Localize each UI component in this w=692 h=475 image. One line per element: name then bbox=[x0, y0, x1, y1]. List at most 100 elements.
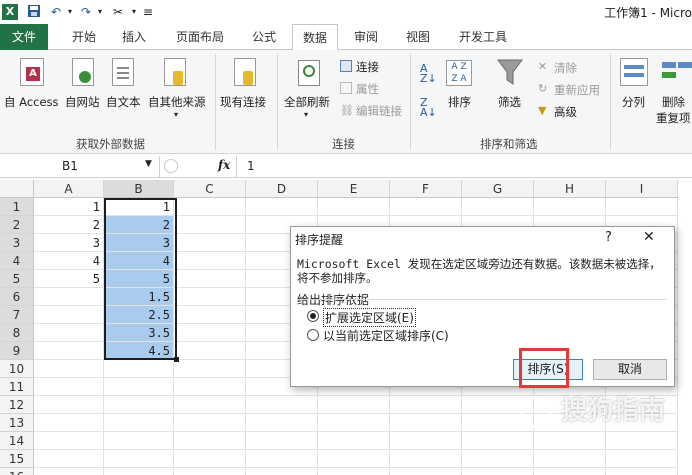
cell-a16[interactable] bbox=[34, 468, 104, 475]
cell-a12[interactable] bbox=[34, 396, 104, 414]
insert-function-icon[interactable]: fx bbox=[218, 158, 230, 172]
redo-dropdown-icon[interactable]: ▾ bbox=[92, 4, 108, 20]
row-header-10[interactable]: 10 bbox=[0, 360, 34, 378]
cell-a1[interactable]: 1 bbox=[34, 198, 104, 216]
cell-a9[interactable] bbox=[34, 342, 104, 360]
cell-c13[interactable] bbox=[174, 414, 246, 432]
radio-expand[interactable] bbox=[307, 310, 319, 322]
column-header-b[interactable]: B bbox=[104, 180, 174, 198]
tab-insert[interactable]: 插入 bbox=[112, 24, 156, 50]
cell-a6[interactable] bbox=[34, 288, 104, 306]
from-access-button[interactable]: 自 Access bbox=[4, 94, 59, 110]
sort-desc-icon[interactable]: Z A↓ bbox=[420, 97, 437, 118]
cell-c11[interactable] bbox=[174, 378, 246, 396]
cell-i16[interactable] bbox=[606, 468, 678, 475]
sort-button[interactable]: 排序 bbox=[448, 94, 471, 110]
close-icon[interactable]: ✕ bbox=[643, 229, 655, 245]
cell-a15[interactable] bbox=[34, 450, 104, 468]
from-web-button[interactable]: 自网站 bbox=[65, 94, 100, 110]
cell-c7[interactable] bbox=[174, 306, 246, 324]
row-header-7[interactable]: 7 bbox=[0, 306, 34, 324]
row-header-5[interactable]: 5 bbox=[0, 270, 34, 288]
cell-f16[interactable] bbox=[390, 468, 462, 475]
cell-e15[interactable] bbox=[318, 450, 390, 468]
cell-b6[interactable]: 1.5 bbox=[104, 288, 174, 306]
cell-h16[interactable] bbox=[534, 468, 606, 475]
row-header-6[interactable]: 6 bbox=[0, 288, 34, 306]
column-header-d[interactable]: D bbox=[246, 180, 318, 198]
cell-a2[interactable]: 2 bbox=[34, 216, 104, 234]
other-sources-dropdown-icon[interactable]: ▾ bbox=[174, 110, 178, 119]
row-header-4[interactable]: 4 bbox=[0, 252, 34, 270]
cell-e12[interactable] bbox=[318, 396, 390, 414]
sort-asc-icon[interactable]: A Z↓ bbox=[420, 63, 437, 84]
cell-c10[interactable] bbox=[174, 360, 246, 378]
cell-i1[interactable] bbox=[606, 198, 678, 216]
cell-c4[interactable] bbox=[174, 252, 246, 270]
cell-f13[interactable] bbox=[390, 414, 462, 432]
cell-i14[interactable] bbox=[606, 432, 678, 450]
cell-c12[interactable] bbox=[174, 396, 246, 414]
cell-a11[interactable] bbox=[34, 378, 104, 396]
cell-c15[interactable] bbox=[174, 450, 246, 468]
cell-b15[interactable] bbox=[104, 450, 174, 468]
tab-review[interactable]: 审阅 bbox=[346, 24, 386, 50]
cell-d14[interactable] bbox=[246, 432, 318, 450]
row-header-12[interactable]: 12 bbox=[0, 396, 34, 414]
fill-handle[interactable] bbox=[174, 357, 179, 362]
cell-a3[interactable]: 3 bbox=[34, 234, 104, 252]
row-header-13[interactable]: 13 bbox=[0, 414, 34, 432]
row-header-3[interactable]: 3 bbox=[0, 234, 34, 252]
cell-a13[interactable] bbox=[34, 414, 104, 432]
properties-button[interactable]: 属性 bbox=[356, 81, 379, 97]
cell-d16[interactable] bbox=[246, 468, 318, 475]
cell-b5[interactable]: 5 bbox=[104, 270, 174, 288]
cell-b1[interactable]: 1 bbox=[104, 198, 174, 216]
cell-a14[interactable] bbox=[34, 432, 104, 450]
tab-home[interactable]: 开始 bbox=[62, 24, 106, 50]
cell-b13[interactable] bbox=[104, 414, 174, 432]
cell-c5[interactable] bbox=[174, 270, 246, 288]
from-other-sources-button[interactable]: 自其他来源 bbox=[148, 94, 206, 110]
sort-button[interactable]: 排序(S) bbox=[513, 359, 583, 380]
cell-c8[interactable] bbox=[174, 324, 246, 342]
row-header-2[interactable]: 2 bbox=[0, 216, 34, 234]
edit-links-button[interactable]: 编辑链接 bbox=[356, 103, 402, 119]
cell-e13[interactable] bbox=[318, 414, 390, 432]
row-header-8[interactable]: 8 bbox=[0, 324, 34, 342]
cell-b14[interactable] bbox=[104, 432, 174, 450]
option-expand-label[interactable]: 扩展选定区域(E) bbox=[323, 308, 416, 327]
existing-connections-button[interactable]: 现有连接 bbox=[220, 94, 266, 110]
help-button[interactable]: ? bbox=[605, 230, 612, 245]
cell-c3[interactable] bbox=[174, 234, 246, 252]
column-header-h[interactable]: H bbox=[534, 180, 606, 198]
cell-d12[interactable] bbox=[246, 396, 318, 414]
cell-g15[interactable] bbox=[462, 450, 534, 468]
cell-h14[interactable] bbox=[534, 432, 606, 450]
cell-g1[interactable] bbox=[462, 198, 534, 216]
connections-button[interactable]: 连接 bbox=[356, 59, 379, 75]
row-header-16[interactable]: 16 bbox=[0, 468, 34, 475]
row-header-9[interactable]: 9 bbox=[0, 342, 34, 360]
customize-tool-icon[interactable]: ✂ bbox=[110, 4, 126, 20]
tab-view[interactable]: 视图 bbox=[398, 24, 438, 50]
tab-page-layout[interactable]: 页面布局 bbox=[168, 24, 232, 50]
cell-c6[interactable] bbox=[174, 288, 246, 306]
cell-b4[interactable]: 4 bbox=[104, 252, 174, 270]
cell-f15[interactable] bbox=[390, 450, 462, 468]
column-header-f[interactable]: F bbox=[390, 180, 462, 198]
save-icon[interactable] bbox=[26, 4, 42, 20]
row-header-11[interactable]: 11 bbox=[0, 378, 34, 396]
column-header-g[interactable]: G bbox=[462, 180, 534, 198]
cell-h15[interactable] bbox=[534, 450, 606, 468]
radio-current[interactable] bbox=[307, 329, 319, 341]
from-text-button[interactable]: 自文本 bbox=[106, 94, 141, 110]
refresh-dropdown-icon[interactable]: ▾ bbox=[304, 110, 308, 119]
remove-duplicates-button[interactable]: 删除 bbox=[662, 94, 685, 110]
cell-d15[interactable] bbox=[246, 450, 318, 468]
cell-b8[interactable]: 3.5 bbox=[104, 324, 174, 342]
select-all-corner[interactable] bbox=[0, 180, 34, 198]
cell-c14[interactable] bbox=[174, 432, 246, 450]
column-header-c[interactable]: C bbox=[174, 180, 246, 198]
cell-c2[interactable] bbox=[174, 216, 246, 234]
